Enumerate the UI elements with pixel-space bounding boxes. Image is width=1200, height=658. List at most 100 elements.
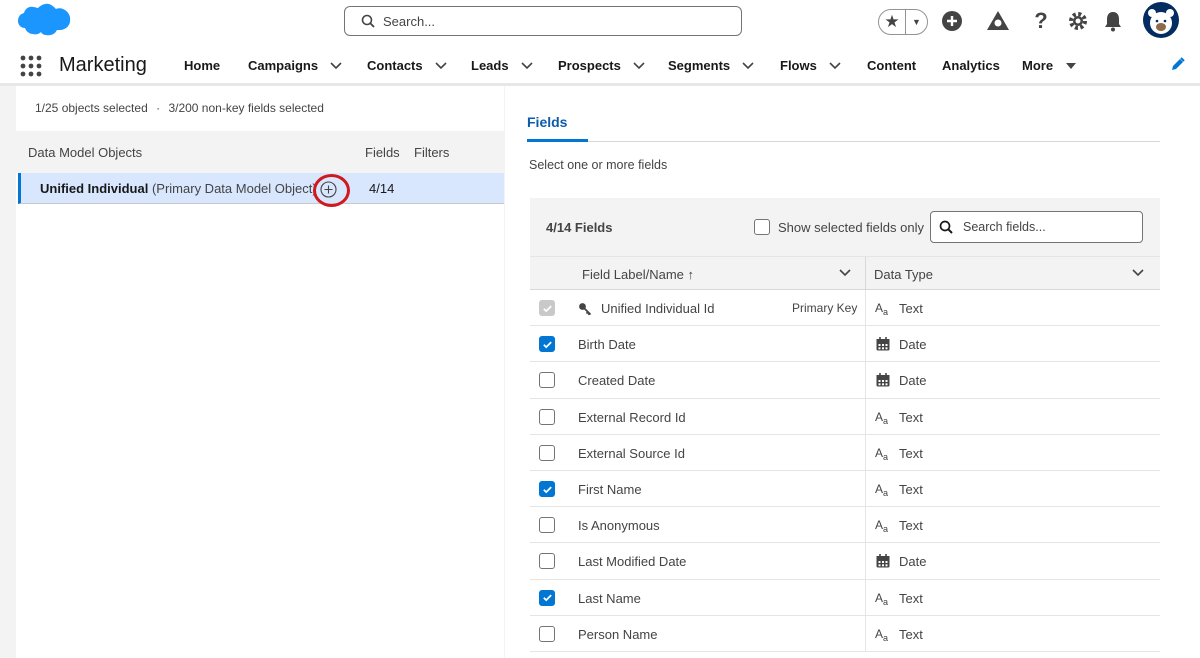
field-label: Unified Individual Id	[601, 301, 715, 316]
svg-text:a: a	[883, 524, 888, 533]
caret-down-icon[interactable]	[1065, 62, 1077, 70]
column-divider	[865, 398, 866, 435]
app-launcher-icon[interactable]	[20, 55, 42, 77]
chevron-down-icon[interactable]	[742, 61, 754, 70]
field-checkbox[interactable]	[539, 336, 555, 353]
chevron-down-icon[interactable]	[829, 61, 841, 70]
text-type-icon: Aa	[875, 517, 891, 534]
column-divider	[865, 434, 866, 471]
setup-gear-icon[interactable]	[1067, 10, 1089, 32]
global-search-input[interactable]: Search...	[344, 6, 742, 36]
table-row[interactable]: Created Date Date	[530, 362, 1160, 399]
column-header-field-label[interactable]: Field Label/Name ↑	[582, 267, 694, 282]
field-checkbox[interactable]	[539, 372, 555, 389]
field-checkbox[interactable]	[539, 517, 555, 534]
text-type-icon: Aa	[875, 590, 891, 607]
svg-text:a: a	[883, 633, 888, 642]
search-icon	[939, 220, 953, 234]
svg-text:a: a	[883, 307, 888, 316]
field-data-type: Date	[899, 373, 927, 389]
nav-item-campaigns[interactable]: Campaigns	[248, 58, 342, 73]
column-divider	[865, 471, 866, 507]
field-label: Person Name	[578, 626, 658, 642]
field-checkbox[interactable]	[539, 553, 555, 570]
table-row[interactable]: External Record Id Aa Text	[530, 398, 1160, 435]
summary-separator: ·	[156, 101, 161, 115]
user-avatar[interactable]	[1143, 2, 1179, 38]
edit-nav-pencil-icon[interactable]	[1171, 57, 1185, 71]
table-row[interactable]: Unified Individual Id Primary Key Aa Text	[530, 290, 1160, 327]
field-data-type: Date	[899, 554, 927, 570]
column-header-fields: Fields	[365, 145, 400, 160]
field-label: Last Name	[578, 590, 641, 606]
column-divider	[865, 507, 866, 544]
field-checkbox[interactable]	[539, 444, 555, 461]
nav-item-contacts[interactable]: Contacts	[367, 58, 447, 73]
nav-item-label: Campaigns	[248, 58, 319, 73]
key-icon	[579, 303, 592, 316]
svg-text:A: A	[875, 627, 883, 641]
field-data-type: Text	[899, 409, 923, 425]
nav-item-home[interactable]: Home	[184, 58, 220, 73]
nav-item-label: Content	[867, 58, 917, 73]
object-name-qualifier: (Primary Data Model Object)	[151, 181, 317, 196]
nav-item-prospects[interactable]: Prospects	[558, 58, 645, 73]
nav-item-flows[interactable]: Flows	[780, 58, 841, 73]
nav-item-analytics[interactable]: Analytics	[942, 58, 1000, 73]
table-row[interactable]: Last Name Aa Text	[530, 579, 1160, 616]
svg-text:A: A	[875, 446, 883, 460]
selection-summary: 1/25 objects selected · 3/200 non-key fi…	[35, 101, 324, 115]
chevron-down-icon[interactable]	[521, 61, 533, 70]
object-row-unified-individual[interactable]: Unified Individual (Primary Data Model O…	[18, 173, 504, 207]
chevron-down-icon[interactable]	[633, 61, 645, 70]
nav-item-label: More	[1022, 58, 1054, 73]
text-type-icon: Aa	[875, 445, 891, 462]
salesforce-logo[interactable]	[14, 2, 74, 42]
field-checkbox[interactable]	[539, 625, 555, 642]
global-actions-plus-icon[interactable]	[941, 10, 963, 32]
help-icon[interactable]: ?	[1033, 8, 1049, 34]
nav-item-content[interactable]: Content	[867, 58, 916, 73]
global-header: Search... ★ ▼ ?	[0, 0, 1200, 44]
nav-item-segments[interactable]: Segments	[668, 58, 754, 73]
column-header-field-label-text: Field Label/Name	[582, 267, 684, 282]
field-checkbox[interactable]	[539, 589, 555, 606]
fields-table-toolbar: 4/14 Fields Show selected fields only Se…	[530, 198, 1160, 256]
table-row[interactable]: Is Anonymous Aa Text	[530, 507, 1160, 544]
favorites-star-icon[interactable]: ★	[879, 10, 905, 34]
column-divider	[865, 615, 866, 652]
field-checkbox[interactable]	[539, 408, 555, 425]
nav-item-leads[interactable]: Leads	[471, 58, 533, 73]
table-row[interactable]: External Source Id Aa Text	[530, 434, 1160, 471]
field-label: Created Date	[578, 373, 656, 389]
chevron-down-icon[interactable]	[839, 269, 851, 277]
nav-item-more[interactable]: More	[1022, 58, 1077, 73]
sort-ascending-icon: ↑	[687, 267, 695, 282]
field-label: Is Anonymous	[578, 518, 660, 534]
field-checkbox[interactable]	[539, 481, 555, 497]
show-selected-only-checkbox[interactable]	[754, 219, 770, 235]
trailhead-guidance-icon[interactable]	[986, 10, 1010, 32]
notifications-bell-icon[interactable]	[1102, 10, 1124, 32]
chevron-down-icon[interactable]	[330, 61, 342, 70]
chevron-down-icon[interactable]	[435, 61, 447, 70]
column-divider	[865, 579, 866, 616]
app-name: Marketing	[59, 54, 147, 76]
fields-instructions: Select one or more fields	[529, 158, 668, 172]
favorites-dropdown-icon[interactable]: ▼	[905, 10, 927, 34]
svg-text:A: A	[875, 482, 883, 496]
chevron-down-icon[interactable]	[1132, 269, 1144, 277]
column-header-data-type[interactable]: Data Type	[874, 267, 933, 282]
column-header-objects: Data Model Objects	[28, 145, 143, 160]
table-row[interactable]: Birth Date Date	[530, 326, 1160, 363]
show-selected-only-toggle[interactable]: Show selected fields only	[754, 219, 924, 235]
field-data-type: Text	[899, 445, 923, 461]
table-row[interactable]: First Name Aa Text	[530, 471, 1160, 508]
table-row[interactable]: Last Modified Date Date	[530, 543, 1160, 580]
table-row[interactable]: Person Name Aa Text	[530, 615, 1160, 652]
fields-panel: Fields Select one or more fields 4/14 Fi…	[505, 86, 1200, 658]
fields-search-input[interactable]: Search fields...	[930, 211, 1143, 243]
search-icon	[361, 14, 375, 28]
column-divider	[865, 290, 866, 326]
tab-fields[interactable]: Fields	[527, 114, 567, 130]
